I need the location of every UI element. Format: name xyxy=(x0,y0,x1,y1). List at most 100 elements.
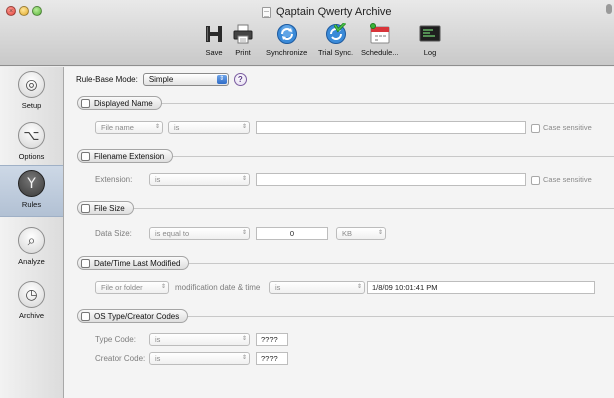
date-target-select[interactable]: File or folder ⇕ xyxy=(95,281,169,294)
minimize-button[interactable] xyxy=(19,6,29,16)
print-button[interactable]: Print xyxy=(231,22,255,57)
section-header-file-size[interactable]: File Size xyxy=(77,201,134,215)
case-sensitive-checkbox[interactable]: Case sensitive xyxy=(531,121,592,135)
displayed-name-input[interactable] xyxy=(256,121,526,134)
date-operator-select[interactable]: is ⇕ xyxy=(269,281,365,294)
chevron-updown-icon: ⇕ xyxy=(216,75,227,84)
extension-operator-select[interactable]: is ⇕ xyxy=(149,173,250,186)
chevron-updown-icon: ⇕ xyxy=(154,124,160,130)
section-title: File Size xyxy=(94,203,125,213)
app-window: × Qaptain Qwerty Archive Save Print Sync… xyxy=(0,0,614,398)
section-os-type: OS Type/Creator Codes xyxy=(77,309,189,323)
sidebar-item-label: Rules xyxy=(21,200,42,209)
section-displayed-name: Displayed Name xyxy=(77,96,162,110)
modification-date-label: modification date & time xyxy=(175,283,261,292)
date-modified-checkbox[interactable] xyxy=(81,258,90,268)
schedule-label: Schedule... xyxy=(361,48,399,57)
extension-input[interactable] xyxy=(256,173,526,186)
section-title: Filename Extension xyxy=(94,151,165,161)
zoom-button[interactable] xyxy=(32,6,42,16)
extension-label: Extension: xyxy=(95,175,133,184)
creator-code-row: Creator Code: is ⇕ ???? xyxy=(64,352,614,366)
sidebar-item-setup[interactable]: ◎ Setup xyxy=(0,71,63,110)
section-file-size: File Size xyxy=(77,201,134,215)
clock-icon: ◷ xyxy=(18,281,45,308)
os-type-checkbox[interactable] xyxy=(81,311,90,321)
synchronize-button[interactable]: Synchronize xyxy=(266,22,307,57)
document-icon xyxy=(262,6,271,18)
trial-sync-button[interactable]: Trial Sync. xyxy=(318,22,353,57)
checkbox-box xyxy=(531,123,540,133)
file-name-target-select[interactable]: File name ⇕ xyxy=(95,121,163,134)
section-header-os-type[interactable]: OS Type/Creator Codes xyxy=(77,309,189,323)
sidebar-item-archive[interactable]: ◷ Archive xyxy=(0,281,63,320)
save-icon xyxy=(202,22,226,46)
chevron-updown-icon: ⇕ xyxy=(241,230,247,236)
schedule-button[interactable]: Schedule... xyxy=(361,22,399,57)
help-button[interactable]: ? xyxy=(233,73,247,86)
file-size-input[interactable]: 0 xyxy=(256,227,328,240)
section-title: Displayed Name xyxy=(94,98,153,108)
section-filename-extension: Filename Extension xyxy=(77,149,174,163)
creator-code-label: Creator Code: xyxy=(95,354,146,363)
target-icon: ◎ xyxy=(18,71,45,98)
section-divider xyxy=(78,208,614,209)
section-title: Date/Time Last Modified xyxy=(94,258,181,268)
type-code-operator-select[interactable]: is ⇕ xyxy=(149,333,250,346)
section-header-date-modified[interactable]: Date/Time Last Modified xyxy=(77,256,190,270)
rule-base-mode-value: Simple xyxy=(148,75,174,84)
section-title: OS Type/Creator Codes xyxy=(94,311,180,321)
magnifier-icon: ⌕ xyxy=(18,227,45,254)
option-key-icon: ⌥ xyxy=(18,122,45,149)
sidebar-item-label: Analyze xyxy=(18,257,45,266)
sidebar-item-analyze[interactable]: ⌕ Analyze xyxy=(0,227,63,266)
filename-extension-checkbox[interactable] xyxy=(81,151,90,161)
synchronize-label: Synchronize xyxy=(266,48,308,57)
file-size-row: Data Size: is equal to ⇕ 0 KB ⇕ xyxy=(64,227,614,241)
print-label: Print xyxy=(235,48,251,57)
rule-base-mode-row: Rule-Base Mode: Simple ⇕ ? xyxy=(76,73,247,86)
log-button[interactable]: Log xyxy=(418,22,442,57)
section-header-displayed-name[interactable]: Displayed Name xyxy=(77,96,162,110)
case-sensitive-checkbox[interactable]: Case sensitive xyxy=(531,173,592,187)
file-size-unit-select[interactable]: KB ⇕ xyxy=(336,227,386,240)
displayed-name-operator-select[interactable]: is ⇕ xyxy=(168,121,250,134)
window-controls: × xyxy=(6,6,42,16)
file-size-operator-select[interactable]: is equal to ⇕ xyxy=(149,227,250,240)
sync-icon xyxy=(275,22,299,46)
rule-base-mode-select[interactable]: Simple ⇕ xyxy=(142,73,229,86)
save-button[interactable]: Save xyxy=(202,22,226,57)
toolbar: × Qaptain Qwerty Archive Save Print Sync… xyxy=(0,0,614,66)
section-date-modified: Date/Time Last Modified xyxy=(77,256,190,270)
chevron-updown-icon: ⇕ xyxy=(241,176,247,182)
window-title-text: Qaptain Qwerty Archive xyxy=(276,6,392,18)
console-log-icon xyxy=(418,22,442,46)
close-button[interactable]: × xyxy=(6,6,16,16)
window-title: Qaptain Qwerty Archive xyxy=(262,6,392,18)
rules-icon: Y xyxy=(18,170,45,197)
displayed-name-row: File name ⇕ is ⇕ Case sensitive xyxy=(64,121,614,135)
creator-code-operator-select[interactable]: is ⇕ xyxy=(149,352,250,365)
type-code-input[interactable]: ???? xyxy=(256,333,288,346)
sidebar-item-options[interactable]: ⌥ Options xyxy=(0,122,63,161)
data-size-label: Data Size: xyxy=(95,229,132,238)
type-code-label: Type Code: xyxy=(95,335,136,344)
creator-code-input[interactable]: ???? xyxy=(256,352,288,365)
extension-row: Extension: is ⇕ Case sensitive xyxy=(64,173,614,187)
chevron-updown-icon: ⇕ xyxy=(356,284,362,290)
sidebar-item-label: Archive xyxy=(18,311,44,320)
file-size-checkbox[interactable] xyxy=(81,203,90,213)
checkbox-box xyxy=(531,175,540,185)
rules-panel: Rule-Base Mode: Simple ⇕ ? Displayed Nam… xyxy=(64,67,614,398)
date-time-input[interactable]: 1/8/09 10:01:41 PM xyxy=(367,281,595,294)
sidebar-item-label: Options xyxy=(18,152,45,161)
chevron-updown-icon: ⇕ xyxy=(241,124,247,130)
calendar-icon xyxy=(368,22,392,46)
sidebar-item-rules[interactable]: Y Rules xyxy=(0,165,63,217)
chevron-updown-icon: ⇕ xyxy=(241,336,247,342)
section-header-filename-extension[interactable]: Filename Extension xyxy=(77,149,174,163)
displayed-name-checkbox[interactable] xyxy=(81,98,90,108)
trial-sync-label: Trial Sync. xyxy=(318,48,354,57)
rule-base-mode-label: Rule-Base Mode: xyxy=(76,75,138,84)
toolbar-toggle-button[interactable] xyxy=(606,4,612,14)
